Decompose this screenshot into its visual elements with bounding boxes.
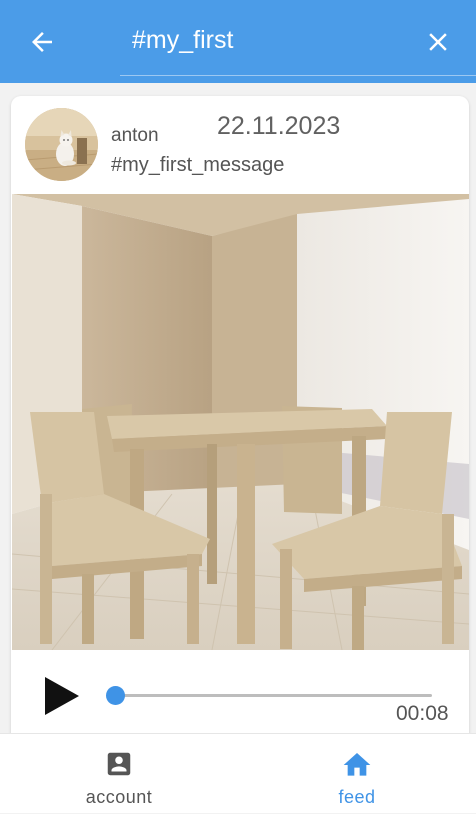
audio-progress-thumb[interactable] <box>105 686 125 705</box>
post-image <box>12 194 469 650</box>
play-button[interactable] <box>42 674 82 718</box>
audio-progress-track[interactable] <box>114 694 432 697</box>
avatar[interactable] <box>25 108 98 181</box>
play-icon <box>45 677 79 715</box>
bottom-navigation: account feed <box>0 733 476 813</box>
author-name: anton <box>111 125 159 146</box>
nav-account-label: account <box>85 787 153 807</box>
account-box-icon <box>107 752 131 776</box>
arrow-left-icon <box>32 32 52 52</box>
close-icon <box>429 33 447 51</box>
nav-account[interactable]: account <box>0 734 238 814</box>
clear-search-button[interactable] <box>418 22 458 62</box>
post-date: 22.11.2023 <box>217 112 341 140</box>
nav-feed-label: feed <box>338 787 376 807</box>
app-bar <box>0 0 476 83</box>
post-card: anton 22.11.2023 #my_first_message 00:08 <box>11 96 469 746</box>
back-button[interactable] <box>22 22 62 62</box>
audio-time: 00:08 <box>396 702 449 725</box>
cat-photo <box>25 108 98 181</box>
wooden-table-and-chairs-photo <box>12 194 469 650</box>
nav-feed[interactable]: feed <box>238 734 476 814</box>
post-tag[interactable]: #my_first_message <box>111 154 284 177</box>
home-icon <box>343 753 371 776</box>
